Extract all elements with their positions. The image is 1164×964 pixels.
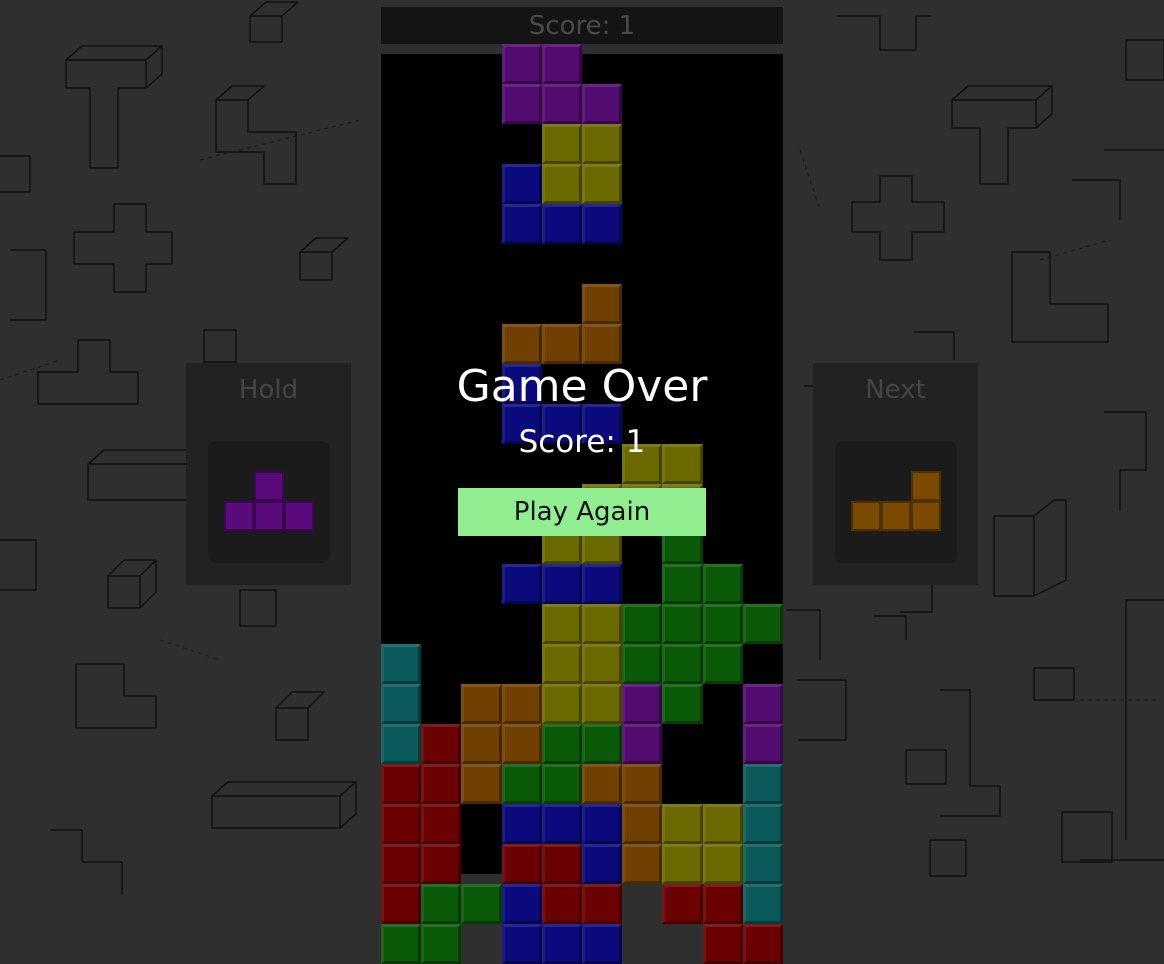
next-piece-box <box>835 441 957 563</box>
board-cell <box>421 924 462 964</box>
board-cell <box>582 924 623 964</box>
board-cell <box>662 884 703 924</box>
hold-title: Hold <box>238 375 299 405</box>
hold-piece-box <box>208 441 330 563</box>
board-cell <box>742 924 783 964</box>
hold-piece-block <box>284 501 314 531</box>
board-cell <box>541 884 582 924</box>
final-score: Score: 1 <box>518 424 646 460</box>
next-piece-block <box>911 471 941 501</box>
hold-piece-block <box>224 501 254 531</box>
next-panel: Next <box>813 363 978 585</box>
board-cell <box>381 884 422 924</box>
game-over-title: Game Over <box>456 361 708 412</box>
board-cell <box>501 924 542 964</box>
next-piece-block <box>911 501 941 531</box>
hold-piece-block <box>254 471 284 501</box>
board-cell <box>582 884 623 924</box>
score-bar: Score: 1 <box>381 7 783 44</box>
game-over-overlay: Game Over Score: 1 Play Again <box>381 54 783 874</box>
board-cell <box>381 924 422 964</box>
play-again-button[interactable]: Play Again <box>458 488 706 536</box>
board-cell <box>742 884 783 924</box>
next-piece-block <box>851 501 881 531</box>
next-piece-block <box>881 501 911 531</box>
board-cell <box>702 884 743 924</box>
board-cell <box>461 884 502 924</box>
hold-piece-block <box>254 501 284 531</box>
next-title: Next <box>865 375 926 405</box>
board-cell <box>421 884 462 924</box>
board-cell <box>501 884 542 924</box>
board-cell <box>541 924 582 964</box>
board-cell <box>702 924 743 964</box>
hold-panel: Hold <box>186 363 351 585</box>
